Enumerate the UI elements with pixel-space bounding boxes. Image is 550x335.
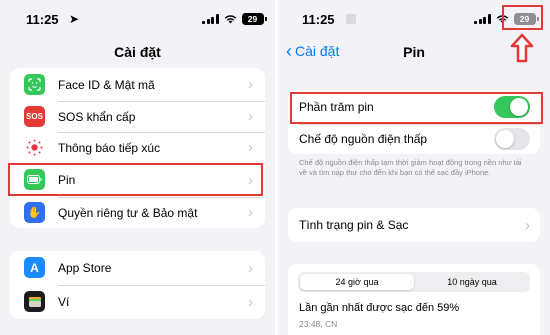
battery-percentage-toggle[interactable] — [494, 96, 530, 118]
app-store-icon: A — [24, 257, 45, 278]
status-time: 11:25 — [26, 12, 59, 27]
settings-item-wallet[interactable]: Ví › — [10, 285, 265, 319]
location-arrow-icon: ➤ — [69, 12, 80, 26]
chevron-right-icon: › — [248, 259, 253, 277]
chevron-right-icon: › — [248, 108, 253, 125]
settings-item-label: Pin — [58, 173, 76, 187]
battery-usage-card: 24 giờ qua 10 ngày qua Lần gần nhất được… — [288, 264, 540, 335]
wifi-icon — [224, 15, 236, 24]
settings-item-label: Ví — [58, 295, 70, 309]
settings-item-emergency-sos[interactable]: SOS SOS khẩn cấp › — [10, 101, 265, 132]
last-charged-time: 23:48, CN — [299, 319, 338, 329]
face-id-icon — [24, 74, 45, 95]
settings-item-face-id[interactable]: Face ID & Mật mã › — [10, 68, 265, 101]
chevron-right-icon: › — [248, 293, 253, 311]
usage-period-segmented-control: 24 giờ qua 10 ngày qua — [298, 272, 530, 292]
settings-item-label: Thông báo tiếp xúc — [58, 140, 161, 155]
low-power-toggle[interactable] — [494, 128, 530, 150]
settings-item-exposure-notifications[interactable]: Thông báo tiếp xúc › — [10, 132, 265, 163]
settings-item-privacy-security[interactable]: ✋ Quyền riêng tư & Bảo mật › — [10, 197, 265, 228]
chevron-right-icon: › — [248, 76, 253, 93]
low-power-label: Chế độ nguồn điện thấp — [299, 132, 428, 146]
cellular-signal-icon — [202, 14, 219, 24]
chevron-right-icon: › — [248, 171, 253, 189]
tab-10-days[interactable]: 10 ngày qua — [416, 274, 528, 290]
settings-item-app-store[interactable]: A App Store › — [10, 251, 265, 285]
settings-group-privacy: Face ID & Mật mã › SOS SOS khẩn cấp › Th… — [10, 68, 265, 228]
sos-icon: SOS — [24, 106, 45, 127]
settings-item-label: App Store — [58, 261, 112, 275]
low-power-description: Chế độ nguồn điện thấp tạm thời giảm hoạ… — [299, 158, 522, 177]
battery-level-icon: 29 — [241, 13, 267, 25]
status-blurred-icon — [346, 14, 356, 24]
battery-settings-screen: 11:25 29 ‹ Cài đặt Pin Phần trăm pin Chế… — [278, 0, 550, 335]
chevron-right-icon: › — [248, 139, 253, 156]
settings-item-label: SOS khẩn cấp — [58, 109, 136, 124]
page-title: Pin — [403, 44, 425, 60]
low-power-row: Chế độ nguồn điện thấp — [288, 124, 540, 154]
battery-percentage-row: Phần trăm pin — [288, 90, 540, 124]
battery-level-icon: 29 — [513, 13, 539, 25]
settings-item-battery[interactable]: Pin › — [10, 163, 265, 197]
status-bar: 11:25 — [302, 10, 362, 30]
status-indicators: 29 — [202, 13, 267, 25]
exposure-notification-icon — [24, 137, 45, 158]
cellular-signal-icon — [474, 14, 491, 24]
status-time: 11:25 — [302, 12, 335, 27]
tab-24-hours[interactable]: 24 giờ qua — [300, 274, 414, 290]
chevron-right-icon: › — [248, 204, 253, 221]
battery-icon — [24, 169, 45, 190]
status-indicators: 29 — [474, 13, 539, 25]
battery-health-group: Tình trạng pin & Sạc › — [288, 208, 540, 242]
page-title: Cài đặt — [114, 44, 161, 60]
settings-item-label: Quyền riêng tư & Bảo mật — [58, 205, 198, 220]
last-charged-text: Lần gần nhất được sạc đến 59% — [299, 302, 460, 314]
battery-options-group: Phần trăm pin Chế độ nguồn điện thấp — [288, 90, 540, 154]
wifi-icon — [496, 15, 508, 24]
settings-item-label: Face ID & Mật mã — [58, 77, 155, 92]
battery-health-label: Tình trạng pin & Sạc — [299, 218, 409, 232]
settings-group-apps: A App Store › Ví › — [10, 251, 265, 319]
settings-screen: 11:25 ➤ 29 Cài đặt Face ID & Mật mã › SO… — [0, 0, 275, 335]
battery-health-row[interactable]: Tình trạng pin & Sạc › — [288, 208, 540, 242]
wallet-icon — [24, 291, 45, 312]
chevron-right-icon: › — [525, 216, 530, 234]
privacy-hand-icon: ✋ — [24, 202, 45, 223]
battery-percentage-label: Phần trăm pin — [299, 100, 374, 114]
